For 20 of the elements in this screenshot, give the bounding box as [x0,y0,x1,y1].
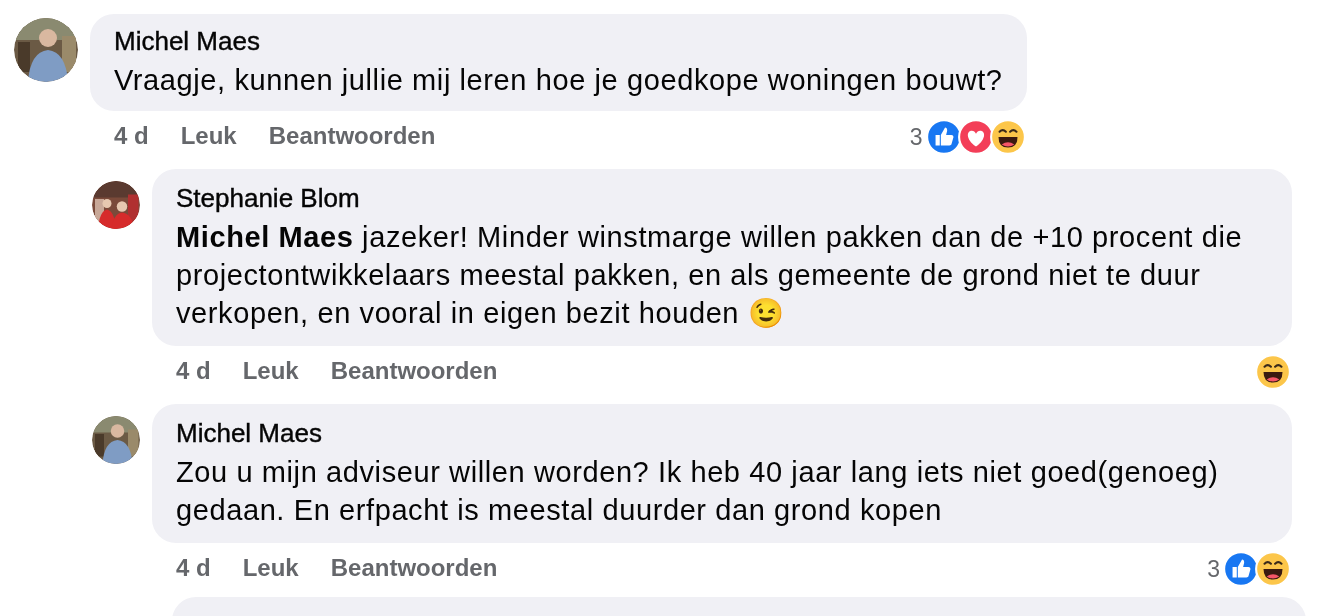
reply-link[interactable]: Beantwoorden [268,122,436,150]
like-link[interactable]: Leuk [242,357,299,385]
like-link[interactable]: Leuk [242,554,299,582]
author-name[interactable]: Stephanie Blom [176,183,1268,214]
timestamp[interactable]: 4 d [114,122,149,150]
comment-text: Zou u mijn adviseur willen worden? Ik heb 40 jaar lang iets niet goed(genoeg) gedaan. En erfpacht is meestal duurder dan grond kopen [176,455,1220,528]
comment-text: Vraagje, kunnen jullie mij leren hoe je goedkope woningen bouwt? [114,63,1003,98]
author-name[interactable]: Michel Maes [114,26,1003,57]
like-link[interactable]: Leuk [180,122,237,150]
laughing-emoji-icon [1254,550,1292,588]
laughing-emoji-icon [988,118,1027,156]
reaction-count[interactable]: 3 [909,123,923,151]
author-name[interactable]: Michel Maes [176,418,1268,449]
reaction-count[interactable]: 3 [1207,555,1220,583]
laughing-emoji-icon [1254,353,1292,391]
comment-text: Michel Maes jazeker! Minder winstmarge willen pakken dan de +10 procent die projectontwikkelaars meestal pakken, en als gemeente de grond niet te duur verkopen, en vooral in eigen bezit houden 😉 [176,220,1244,331]
timestamp[interactable]: 4 d [176,554,211,582]
timestamp[interactable]: 4 d [176,357,211,385]
reply-link[interactable]: Beantwoorden [330,357,498,385]
reply-link[interactable]: Beantwoorden [330,554,498,582]
